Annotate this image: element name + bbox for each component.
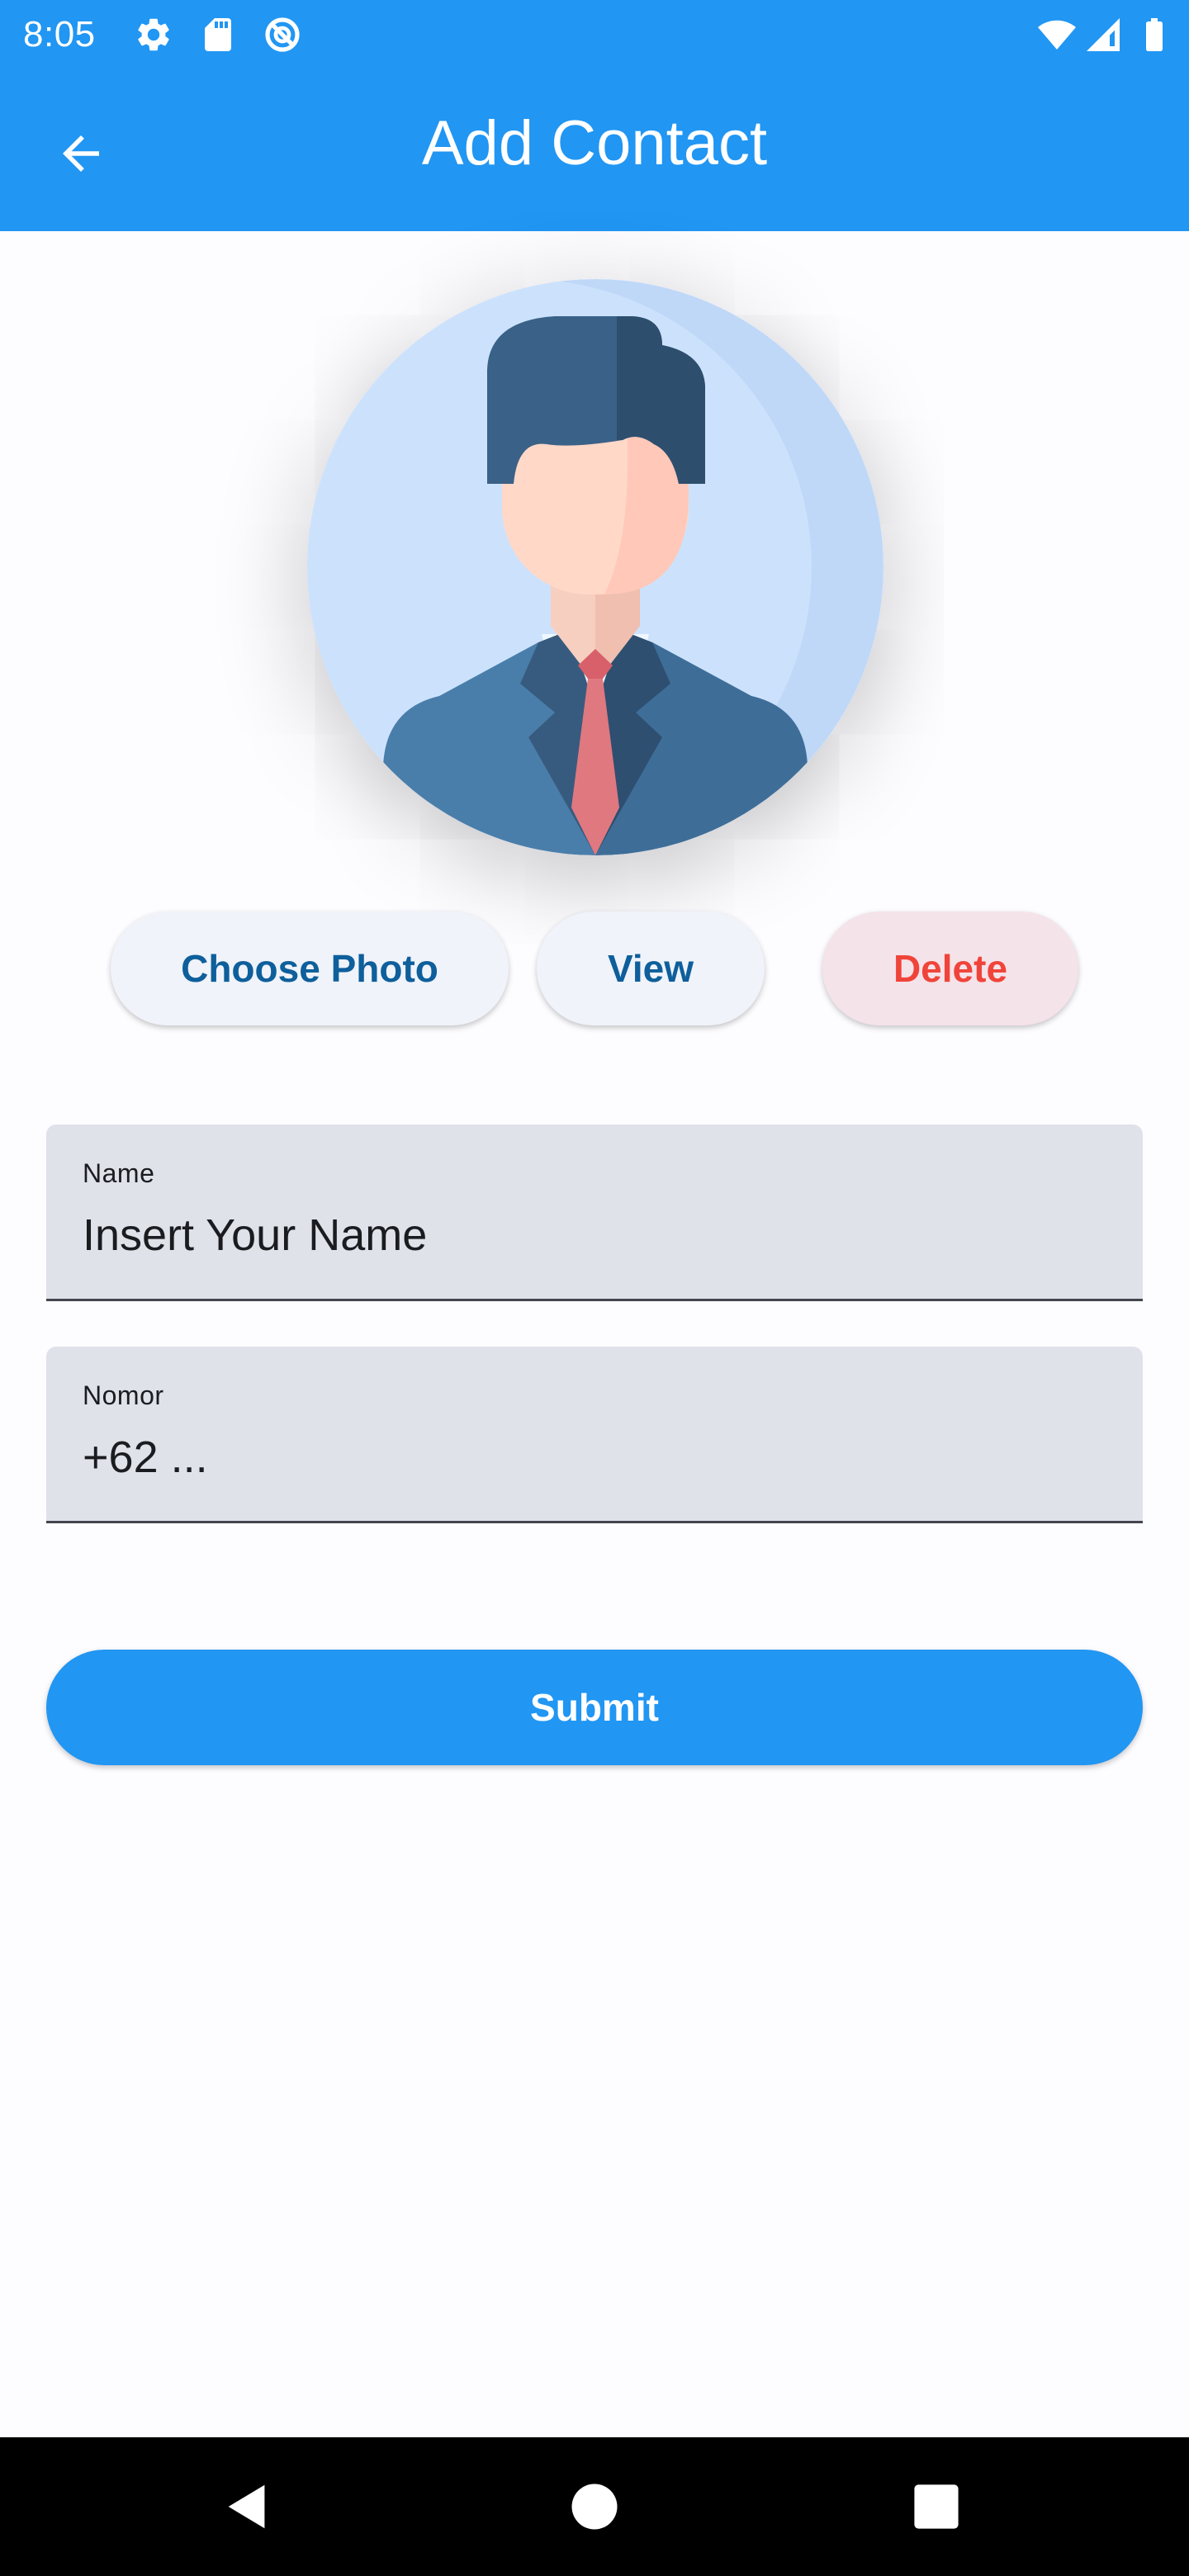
sd-card-icon [205, 18, 231, 51]
wifi-icon [1038, 20, 1076, 50]
contact-photo [307, 279, 883, 855]
cellular-signal-icon [1087, 18, 1120, 51]
nav-recents-button[interactable] [887, 2457, 986, 2556]
name-field-label: Name [83, 1158, 155, 1188]
name-input[interactable] [83, 1202, 1106, 1268]
number-field[interactable]: Nomor [46, 1347, 1143, 1523]
nav-recents-icon [914, 2484, 959, 2529]
view-photo-button[interactable]: View [537, 912, 765, 1025]
do-not-disturb-icon [265, 17, 300, 52]
status-time: 8:05 [23, 14, 96, 54]
battery-icon [1146, 18, 1163, 51]
app-bar: Add Contact [0, 69, 1189, 231]
delete-photo-button[interactable]: Delete [822, 912, 1078, 1025]
number-field-label: Nomor [83, 1380, 164, 1410]
page-title: Add Contact [421, 108, 768, 178]
submit-button[interactable]: Submit [46, 1650, 1143, 1765]
nav-back-button[interactable] [198, 2457, 297, 2556]
nav-home-icon [571, 2484, 618, 2530]
name-field[interactable]: Name [46, 1125, 1143, 1301]
settings-icon [138, 18, 169, 51]
person-avatar-icon [307, 279, 883, 855]
nav-home-button[interactable] [545, 2457, 644, 2556]
choose-photo-button[interactable]: Choose Photo [111, 912, 509, 1025]
nav-back-icon [228, 2484, 265, 2529]
number-input[interactable] [83, 1424, 1106, 1490]
status-bar: 8:05 [0, 0, 1189, 69]
system-nav-bar [0, 2437, 1189, 2576]
